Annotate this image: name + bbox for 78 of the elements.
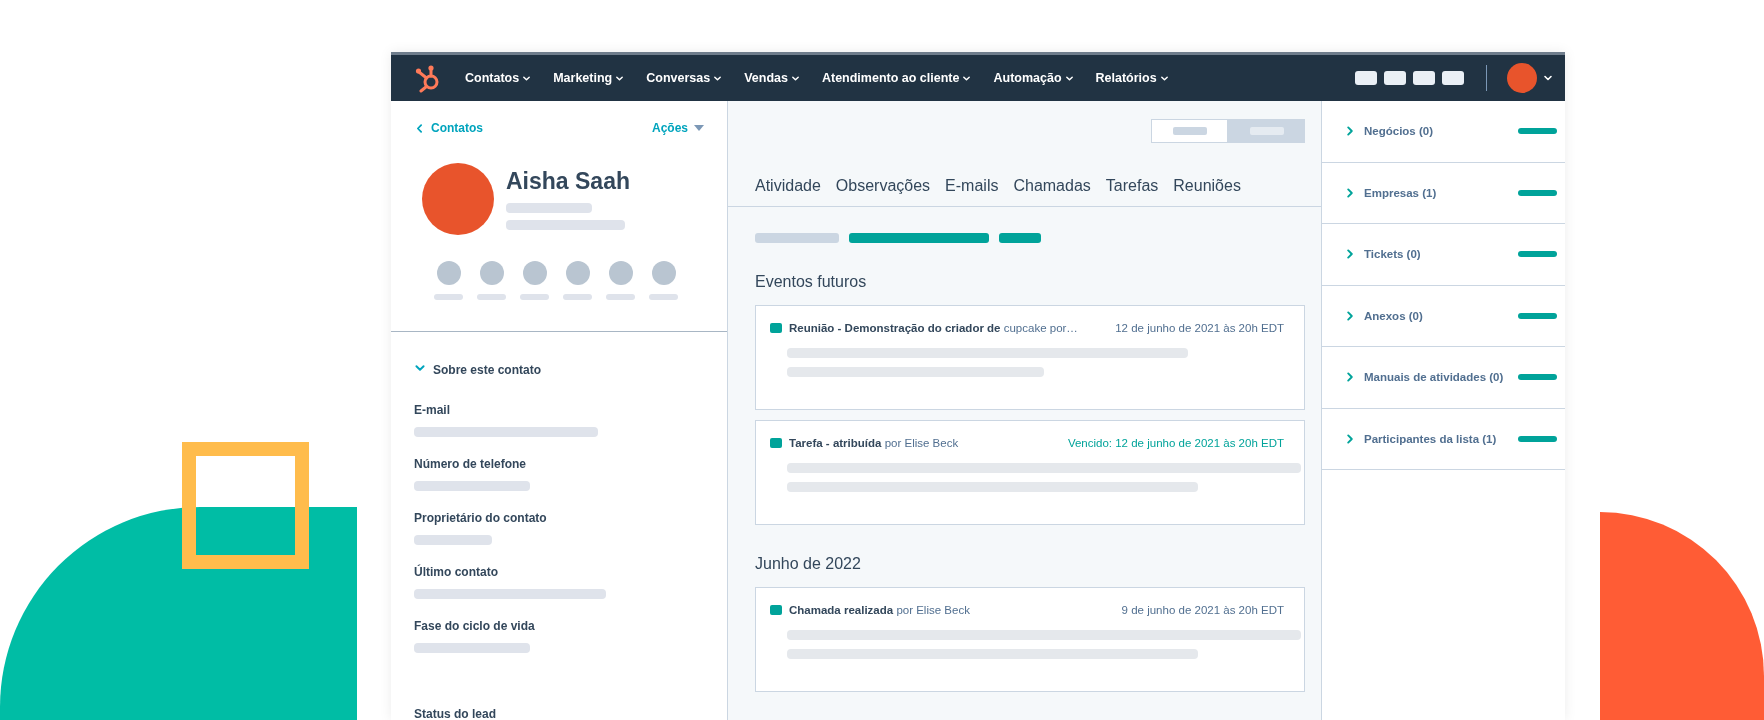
toolbar-button[interactable] [1384,71,1406,85]
activity-card[interactable]: Chamada realizada por Elise Beck 9 de junho de 2021 às 20h EDT [755,587,1305,692]
view-toggle-button[interactable] [1228,119,1305,143]
field-label: Último contato [414,565,499,579]
tab[interactable]: Atividade [755,177,821,206]
toolbar-button[interactable] [1442,71,1464,85]
action-button[interactable] [522,261,547,285]
action-button[interactable] [436,261,461,285]
tab[interactable]: Chamadas [1013,177,1091,206]
chevron-down-icon [1159,73,1169,83]
chevron-right-icon [1344,248,1356,261]
chevron-left-icon [414,122,425,134]
nav-menu-item[interactable]: Atendimento ao cliente [821,71,972,85]
chevron-down-icon [713,73,723,83]
activity-title: Chamada realizada por Elise Beck [789,604,970,616]
activity-card[interactable]: Tarefa - atribuída por Elise Beck Vencido: 12 de junho de 2021 às 20h EDT [755,420,1305,525]
section-toggle[interactable]: Sobre este contato [414,362,542,377]
tab[interactable]: Tarefas [1105,177,1159,206]
label-placeholder [649,294,678,300]
activity-type-icon [770,438,782,448]
chevron-right-icon [1344,125,1356,138]
action-button[interactable] [565,261,590,285]
nav-menu-item[interactable]: Marketing [553,71,625,85]
chevron-down-icon [1064,73,1074,83]
label-placeholder [563,294,592,300]
count-placeholder [1518,189,1557,196]
field-label: E-mail [414,403,451,417]
chevron-down-icon [1543,73,1553,83]
activity-type-icon [770,605,782,615]
activity-title: Reunião - Demonstração do criador de cupcake por… [789,322,1078,334]
chevron-right-icon [1344,371,1356,384]
tab[interactable]: Observações [835,177,931,206]
field-label: Número de telefone [414,457,528,471]
nav-menu-item[interactable]: Conversas [646,71,723,85]
field-label: Fase do ciclo de vida [414,619,536,633]
nav-menu-item[interactable]: Vendas [744,71,800,85]
tab[interactable]: E-mails [945,177,999,206]
count-placeholder [1518,435,1557,442]
chevron-down-icon [522,73,532,83]
activity-type-icon [770,323,782,333]
count-placeholder [1518,312,1557,319]
action-button[interactable] [479,261,504,285]
toolbar-button[interactable] [1413,71,1435,85]
chevron-right-icon [1344,432,1356,445]
view-toggle-button[interactable] [1151,119,1228,143]
label-placeholder [606,294,635,300]
field-label: Status do lead [414,707,497,720]
toolbar-button[interactable] [1355,71,1377,85]
label-placeholder [434,294,463,300]
label-placeholder [477,294,506,300]
nav-menu-item[interactable]: Contatos [465,71,532,85]
filter-placeholder [999,233,1041,243]
chevron-down-icon [615,73,625,83]
chevron-down-icon [414,362,426,374]
action-button[interactable] [608,261,633,285]
count-placeholder [1518,128,1557,135]
section-heading: Eventos futuros [755,273,868,291]
count-placeholder [1518,374,1557,381]
contact-name: Aisha Saah [506,168,630,195]
label-placeholder [520,294,549,300]
count-placeholder [1518,251,1557,258]
chevron-right-icon [1344,186,1356,199]
activity-date: 9 de junho de 2021 às 20h EDT [1121,604,1284,616]
activity-title: Tarefa - atribuída por Elise Beck [789,437,959,449]
caret-icon [694,125,704,131]
chevron-right-icon [1344,309,1356,322]
field-label: Proprietário do contato [414,511,548,525]
chevron-down-icon [790,73,800,83]
tab[interactable]: Reuniões [1173,177,1241,206]
section-heading: Junho de 2022 [755,555,862,573]
chevron-down-icon [962,73,972,83]
activity-date: 12 de junho de 2021 às 20h EDT [1115,322,1284,334]
nav-menu-item[interactable]: Relatórios [1095,71,1169,85]
nav-menu-item[interactable]: Automação [993,71,1074,85]
avatar[interactable] [1507,63,1537,93]
activity-card[interactable]: Reunião - Demonstração do criador de cupcake por… 12 de junho de 2021 às 20h EDT [755,305,1305,410]
activity-date: Vencido: 12 de junho de 2021 às 20h EDT [1067,437,1284,449]
action-button[interactable] [651,261,676,285]
